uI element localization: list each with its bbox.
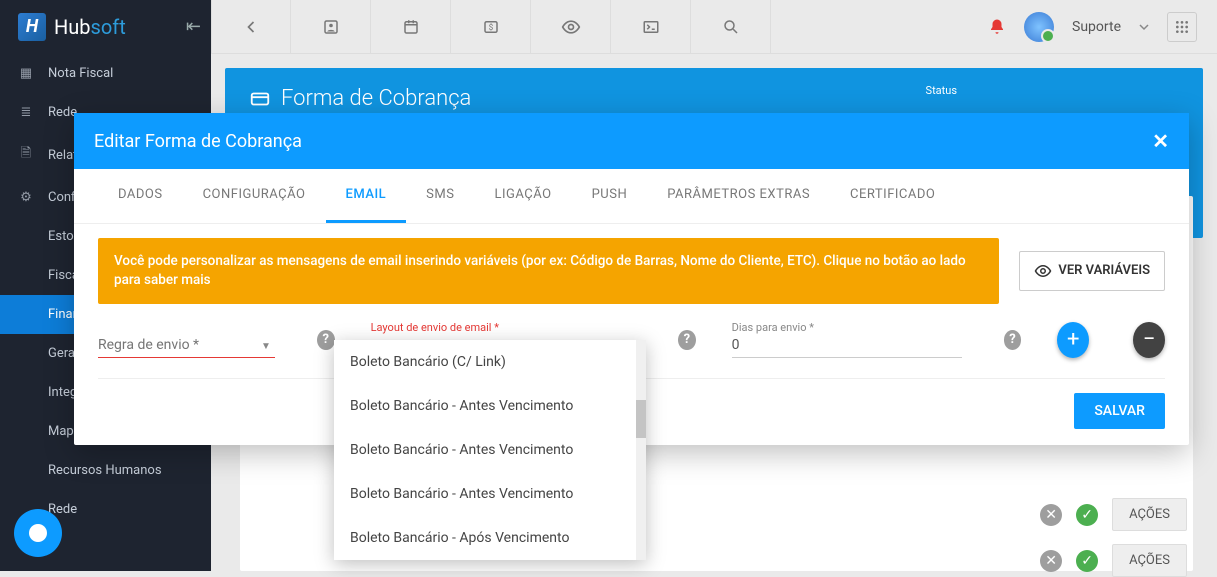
search-icon[interactable]: [691, 0, 771, 54]
salvar-button[interactable]: SALVAR: [1074, 393, 1165, 429]
close-icon[interactable]: ✕: [1152, 129, 1169, 153]
info-banner: Você pode personalizar as mensagens de e…: [98, 238, 999, 304]
sidebar-collapse-icon[interactable]: ⇤: [186, 16, 201, 37]
card-icon: [249, 88, 271, 110]
tab-push[interactable]: PUSH: [572, 169, 648, 223]
modal-title: Editar Forma de Cobrança: [94, 131, 302, 152]
dollar-icon[interactable]: $: [451, 0, 531, 54]
top-icon-row: $ Suporte: [211, 0, 1217, 54]
terminal-icon[interactable]: [611, 0, 691, 54]
status-active-icon: ✓: [1076, 504, 1098, 526]
svg-text:$: $: [488, 22, 493, 33]
ver-variaveis-button[interactable]: VER VARIÁVEIS: [1019, 251, 1165, 291]
status-inactive-icon: ✕: [1040, 504, 1062, 526]
dropdown-option[interactable]: Boleto Bancário (C/ Link): [334, 340, 646, 384]
logo-text: Hubsoft: [54, 15, 126, 39]
modal-header: Editar Forma de Cobrança ✕: [74, 113, 1189, 169]
person-icon[interactable]: [291, 0, 371, 54]
dropdown-option[interactable]: Boleto Bancário - Antes Vencimento: [334, 472, 646, 516]
tab-dados[interactable]: DADOS: [98, 169, 183, 223]
modal-tabs: DADOS CONFIGURAÇÃO EMAIL SMS LIGAÇÃO PUS…: [74, 169, 1189, 224]
status-header: Status: [926, 84, 957, 97]
tab-sms[interactable]: SMS: [406, 169, 474, 223]
back-button[interactable]: [211, 0, 291, 54]
chevron-down-icon[interactable]: [1139, 22, 1149, 32]
dias-para-envio-input[interactable]: [732, 331, 962, 358]
tab-certificado[interactable]: CERTIFICADO: [830, 169, 955, 223]
actions-button[interactable]: AÇÕES: [1112, 498, 1187, 531]
avatar[interactable]: [1024, 12, 1054, 42]
status-active-icon: ✓: [1076, 550, 1098, 572]
remove-button[interactable]: −: [1133, 322, 1165, 358]
dropdown-option[interactable]: Boleto Bancário - Antes Vencimento: [334, 384, 646, 428]
bell-icon[interactable]: [988, 18, 1006, 36]
help-icon[interactable]: ?: [678, 330, 696, 350]
sidebar-item-rh[interactable]: Recursos Humanos: [0, 451, 211, 490]
chevron-down-icon[interactable]: ▼: [261, 341, 271, 352]
dias-para-envio-field[interactable]: Dias para envio *: [732, 331, 962, 358]
layout-dropdown[interactable]: Boleto Bancário (C/ Link) Boleto Bancári…: [334, 340, 646, 560]
menu-icon[interactable]: [1167, 12, 1197, 42]
topbar: H Hubsoft ⇤ $ Suporte: [0, 0, 1217, 54]
status-inactive-icon: ✕: [1040, 550, 1062, 572]
dias-para-envio-label: Dias para envio *: [732, 321, 814, 334]
chat-widget[interactable]: [14, 509, 62, 557]
eye-icon: [1034, 262, 1052, 280]
logo[interactable]: H Hubsoft ⇤: [0, 0, 211, 54]
user-name[interactable]: Suporte: [1072, 19, 1121, 35]
add-button[interactable]: +: [1057, 322, 1089, 358]
help-icon[interactable]: ?: [317, 330, 335, 350]
eye-icon[interactable]: [531, 0, 611, 54]
tab-ligacao[interactable]: LIGAÇÃO: [474, 169, 571, 223]
tab-parametros-extras[interactable]: PARÂMETROS EXTRAS: [647, 169, 830, 223]
dropdown-option[interactable]: Boleto Bancário - Antes Vencimento: [334, 428, 646, 472]
tab-email[interactable]: EMAIL: [326, 169, 407, 223]
logo-badge: H: [18, 13, 46, 41]
tab-configuracao[interactable]: CONFIGURAÇÃO: [183, 169, 326, 223]
actions-button[interactable]: AÇÕES: [1112, 544, 1187, 577]
page-title: Forma de Cobrança: [249, 86, 1179, 111]
calendar-icon[interactable]: [371, 0, 451, 54]
dropdown-option[interactable]: Boleto Bancário - Após Vencimento: [334, 516, 646, 560]
layout-envio-label: Layout de envio de email *: [371, 321, 499, 334]
regra-de-envio-field[interactable]: ▼: [98, 331, 275, 358]
help-icon[interactable]: ?: [1004, 330, 1022, 350]
scrollbar-track[interactable]: [636, 340, 646, 560]
scrollbar-thumb[interactable]: [636, 400, 646, 438]
regra-de-envio-input[interactable]: [98, 331, 275, 358]
sidebar-item-nota-fiscal[interactable]: ▦Nota Fiscal: [0, 54, 211, 93]
